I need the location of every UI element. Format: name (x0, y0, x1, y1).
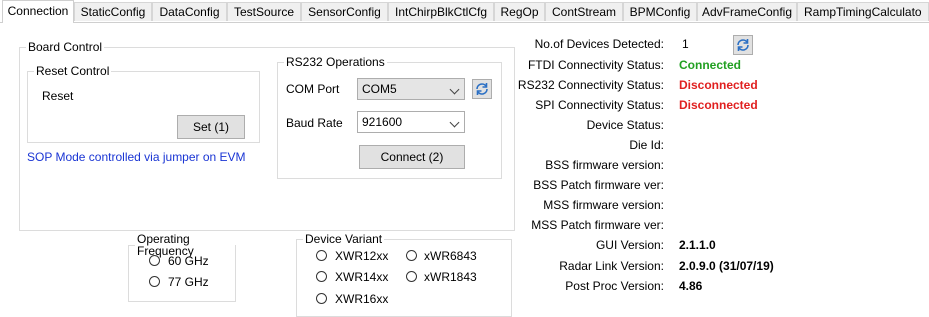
radio-xwr14xx[interactable] (316, 271, 327, 282)
tab-bpm-config[interactable]: BPMConfig (623, 2, 697, 21)
devices-detected-value: 1 (682, 37, 689, 51)
mss-fw-label: MSS firmware version: (543, 198, 664, 212)
radio-77ghz-label: 77 GHz (168, 275, 209, 289)
radio-77ghz[interactable] (149, 276, 160, 287)
tab-cont-stream[interactable]: ContStream (545, 2, 623, 21)
post-proc-version-value: 4.86 (679, 279, 703, 293)
rs232-operations-title: RS232 Operations (286, 55, 385, 69)
refresh-com-ports-button[interactable] (472, 79, 492, 99)
connect-button[interactable]: Connect (2) (359, 145, 465, 169)
board-control-title: Board Control (28, 40, 103, 54)
die-id-label: Die Id: (629, 138, 664, 152)
baud-rate-select[interactable]: 921600 (357, 111, 465, 133)
tab-ramp-timing-calculator[interactable]: RampTimingCalculato (797, 2, 929, 21)
radar-link-version-label: Radar Link Version: (559, 259, 664, 273)
radio-xwr16xx[interactable] (316, 293, 327, 304)
device-variant-title: Device Variant (305, 232, 383, 246)
tab-reg-op[interactable]: RegOp (494, 2, 545, 21)
gui-version-value: 2.1.1.0 (679, 238, 716, 252)
baud-rate-label: Baud Rate (286, 116, 343, 130)
radio-xwr6843[interactable] (406, 250, 417, 261)
tab-test-source[interactable]: TestSource (227, 2, 301, 21)
refresh-icon (476, 83, 488, 95)
radio-xwr1843-label: xWR1843 (424, 270, 477, 284)
reset-label: Reset (42, 89, 74, 103)
tab-data-config[interactable]: DataConfig (152, 2, 227, 21)
tab-int-chirp-blk-ctl-cfg[interactable]: IntChirpBlkCtlCfg (388, 2, 494, 21)
radio-xwr16xx-label: XWR16xx (335, 292, 389, 306)
ftdi-status-label: FTDI Connectivity Status: (527, 58, 664, 72)
radio-60ghz-label: 60 GHz (168, 254, 209, 268)
radio-xwr12xx-label: XWR12xx (335, 249, 389, 263)
set-button[interactable]: Set (1) (177, 115, 245, 139)
mss-patch-label: MSS Patch firmware ver: (531, 218, 664, 232)
chevron-down-icon (449, 117, 460, 128)
spi-status-value: Disconnected (679, 98, 758, 112)
sop-mode-note: SOP Mode controlled via jumper on EVM (27, 150, 246, 164)
refresh-devices-button[interactable] (733, 35, 753, 55)
chevron-down-icon (449, 84, 460, 95)
gui-version-label: GUI Version: (595, 238, 664, 252)
tab-adv-frame-config[interactable]: AdvFrameConfig (697, 2, 797, 21)
baud-rate-value: 921600 (362, 115, 403, 129)
com-port-value: COM5 (362, 82, 397, 96)
reset-control-title: Reset Control (36, 64, 110, 78)
bss-fw-label: BSS firmware version: (545, 158, 664, 172)
tab-connection[interactable]: Connection (2, 0, 74, 23)
radio-xwr1843[interactable] (406, 271, 417, 282)
com-port-label: COM Port (286, 82, 340, 96)
radio-xwr12xx[interactable] (316, 250, 327, 261)
com-port-select[interactable]: COM5 (357, 78, 465, 100)
tab-sensor-config[interactable]: SensorConfig (301, 2, 388, 21)
radio-xwr6843-label: xWR6843 (424, 249, 477, 263)
rs232-status-value: Disconnected (679, 78, 758, 92)
tab-static-config[interactable]: StaticConfig (74, 2, 152, 21)
refresh-icon (737, 39, 749, 51)
ftdi-status-value: Connected (679, 58, 742, 72)
spi-status-label: SPI Connectivity Status: (535, 98, 664, 112)
bss-patch-label: BSS Patch firmware ver: (533, 178, 664, 192)
rs232-status-label: RS232 Connectivity Status: (517, 78, 664, 92)
tab-strip: Connection StaticConfig DataConfig TestS… (0, 0, 929, 23)
device-status-label: Device Status: (586, 118, 664, 132)
devices-detected-label: No.of Devices Detected: (534, 37, 664, 51)
radar-link-version-value: 2.0.9.0 (31/07/19) (679, 259, 774, 273)
post-proc-version-label: Post Proc Version: (565, 279, 664, 293)
radio-60ghz[interactable] (149, 255, 160, 266)
device-variant-group: Device Variant (296, 233, 512, 317)
radio-xwr14xx-label: XWR14xx (335, 270, 389, 284)
